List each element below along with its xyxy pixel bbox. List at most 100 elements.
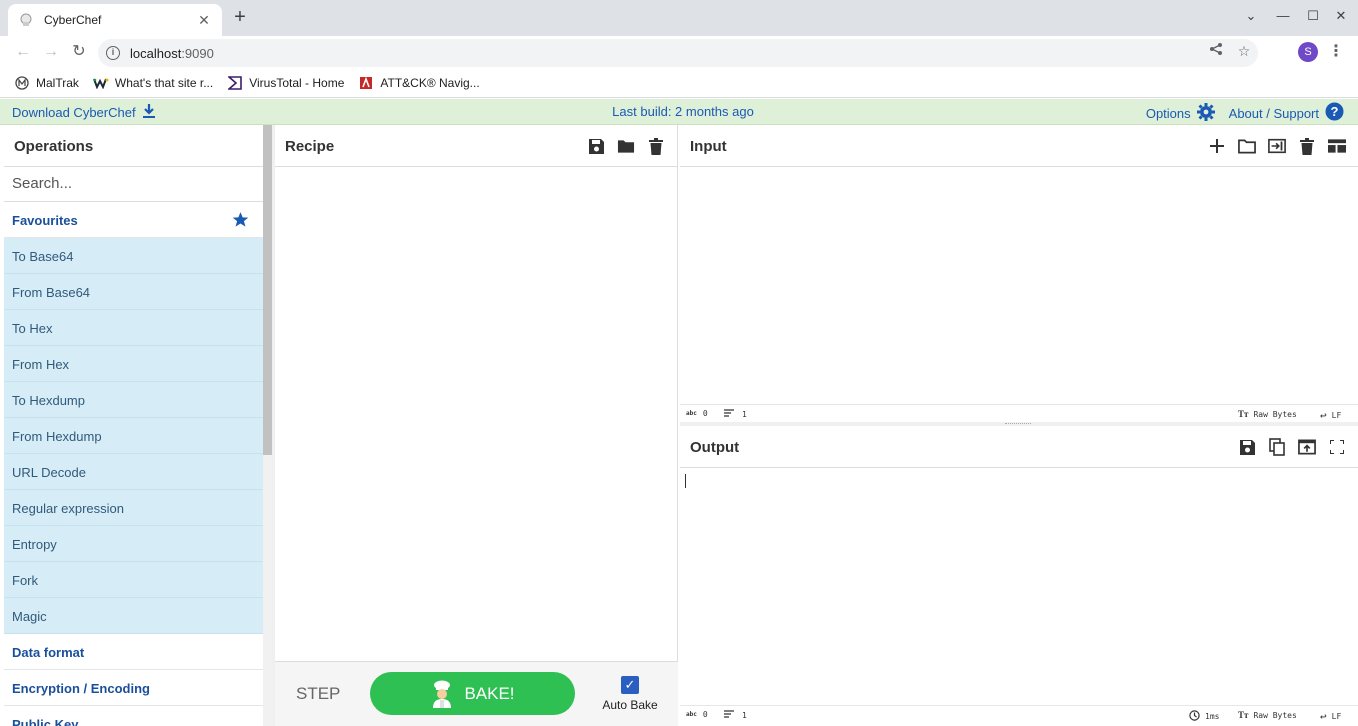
category-public-key[interactable]: Public Key xyxy=(4,706,263,726)
copy-output-icon[interactable] xyxy=(1268,438,1286,456)
output-title-bar: Output xyxy=(680,426,1358,468)
operations-scrollbar-thumb[interactable] xyxy=(263,125,272,455)
input-title: Input xyxy=(690,138,727,155)
bookmark-virustotal[interactable]: VirusTotal - Home xyxy=(227,75,344,91)
step-button[interactable]: STEP xyxy=(296,684,340,704)
new-tab-icon[interactable]: + xyxy=(230,7,250,28)
site-info-icon[interactable]: i xyxy=(106,46,120,60)
maltrak-icon xyxy=(14,75,30,91)
operation-item[interactable]: Entropy xyxy=(4,526,263,562)
open-folder-icon[interactable] xyxy=(1238,137,1256,155)
bookmark-whats-that-site[interactable]: What's that site r... xyxy=(92,75,214,91)
output-status-bar: abc 0 1 1ms Tт Raw Bytes ↩ LF xyxy=(680,705,1358,723)
minimize-icon[interactable]: — xyxy=(1273,8,1293,23)
bookmark-attack-navigator[interactable]: ATT&CK® Navig... xyxy=(358,75,480,91)
share-icon[interactable] xyxy=(1207,42,1225,60)
bookmark-label: MalTrak xyxy=(36,75,79,90)
operation-item[interactable]: From Base64 xyxy=(4,274,263,310)
operations-search-input[interactable]: Search... xyxy=(4,167,263,202)
save-output-icon[interactable] xyxy=(1238,438,1256,456)
bookmark-maltrak[interactable]: MalTrak xyxy=(14,75,79,91)
input-eol[interactable]: ↩ LF xyxy=(1320,409,1341,422)
category-encryption-encoding[interactable]: Encryption / Encoding xyxy=(4,670,263,706)
operation-item[interactable]: From Hexdump xyxy=(4,418,263,454)
return-arrow-icon: ↩ xyxy=(1320,409,1327,422)
input-status-bar: abc 0 1 Tт Raw Bytes ↩ LF xyxy=(680,404,1358,422)
clear-input-trash-icon[interactable] xyxy=(1298,137,1316,155)
output-title: Output xyxy=(690,439,740,456)
output-eol[interactable]: ↩ LF xyxy=(1320,710,1341,723)
back-icon[interactable]: ← xyxy=(12,41,34,63)
gear-icon[interactable] xyxy=(1196,102,1215,124)
reset-layout-icon[interactable] xyxy=(1328,137,1346,155)
maximize-output-icon[interactable] xyxy=(1328,438,1346,456)
operation-item[interactable]: Regular expression xyxy=(4,490,263,526)
reload-icon[interactable]: ↻ xyxy=(68,41,90,63)
add-tab-plus-icon[interactable] xyxy=(1208,137,1226,155)
input-title-bar: Input xyxy=(680,125,1358,167)
text-format-icon: Tт xyxy=(1238,409,1249,419)
output-encoding-value: Raw Bytes xyxy=(1253,710,1297,720)
output-pane: Output abc 0 1 1ms Tт Raw Bytes ↩ LF xyxy=(680,426,1358,726)
svg-text:?: ? xyxy=(1331,104,1339,119)
browser-tab[interactable]: CyberChef ✕ xyxy=(8,4,222,36)
auto-bake-label: Auto Bake xyxy=(602,698,658,712)
operation-item[interactable]: Fork xyxy=(4,562,263,598)
abc-icon: abc xyxy=(686,711,697,718)
operation-item[interactable]: To Hex xyxy=(4,310,263,346)
input-pane: Input abc 0 1 Tт Raw Bytes ↩ LF xyxy=(680,125,1358,422)
bookmark-label: VirusTotal - Home xyxy=(249,75,345,90)
profile-avatar[interactable]: S xyxy=(1298,42,1318,62)
category-favourites[interactable]: Favourites xyxy=(4,202,263,238)
bookmark-label: What's that site r... xyxy=(114,75,214,90)
virustotal-icon xyxy=(227,75,243,91)
lines-icon xyxy=(724,710,734,720)
chef-icon xyxy=(430,680,454,708)
category-data-format[interactable]: Data format xyxy=(4,634,263,670)
bookmark-star-icon[interactable]: ☆ xyxy=(1235,42,1253,60)
forward-icon[interactable]: → xyxy=(40,41,62,63)
output-eol-value: LF xyxy=(1331,712,1342,721)
auto-bake-checkbox[interactable]: ✓ xyxy=(621,676,639,694)
operations-pane: Operations Search... Favourites To Base6… xyxy=(4,125,263,726)
lines-icon xyxy=(724,409,734,419)
tab-title: CyberChef xyxy=(44,13,102,27)
browser-tab-bar: CyberChef ✕ + ⌄ — ☐ ✕ xyxy=(0,0,1358,36)
bookmarks-bar: MalTrak What's that site r... VirusTotal… xyxy=(0,68,1358,98)
clock-icon xyxy=(1189,710,1200,723)
cyberchef-banner: Download CyberChef Last build: 2 months … xyxy=(0,99,1358,125)
operation-item[interactable]: To Hexdump xyxy=(4,382,263,418)
close-window-icon[interactable]: ✕ xyxy=(1331,8,1351,24)
output-text-caret xyxy=(685,474,686,488)
output-bake-time: 1ms xyxy=(1189,710,1219,723)
load-recipe-folder-icon[interactable] xyxy=(617,137,635,155)
help-icon[interactable]: ? xyxy=(1325,102,1344,124)
operation-item[interactable]: To Base64 xyxy=(4,238,263,274)
about-support-link[interactable]: About / Support xyxy=(1229,106,1319,121)
abc-icon: abc xyxy=(686,410,697,417)
operation-item[interactable]: URL Decode xyxy=(4,454,263,490)
open-file-input-icon[interactable] xyxy=(1268,137,1286,155)
output-encoding[interactable]: Tт Raw Bytes xyxy=(1238,710,1297,720)
operation-item[interactable]: From Hex xyxy=(4,346,263,382)
clear-recipe-trash-icon[interactable] xyxy=(647,137,665,155)
save-recipe-icon[interactable] xyxy=(587,137,605,155)
bake-label: BAKE! xyxy=(464,683,515,703)
bake-button[interactable]: BAKE! xyxy=(370,672,575,715)
output-lines-value: 1 xyxy=(742,710,747,720)
recipe-pane: Recipe STEP BAKE! ✓ Auto Bake xyxy=(275,125,678,726)
star-icon[interactable] xyxy=(232,211,249,231)
replace-input-with-output-icon[interactable] xyxy=(1298,438,1316,456)
auto-bake-toggle[interactable]: ✓ Auto Bake xyxy=(595,676,665,712)
category-label: Favourites xyxy=(12,213,78,228)
input-chars-value: 0 xyxy=(702,409,708,418)
close-tab-icon[interactable]: ✕ xyxy=(196,12,212,29)
tab-search-icon[interactable]: ⌄ xyxy=(1241,8,1261,24)
browser-menu-icon[interactable]: ⋮ xyxy=(1328,42,1344,62)
maximize-icon[interactable]: ☐ xyxy=(1303,8,1323,24)
output-line-count: 1 xyxy=(724,710,747,720)
address-bar[interactable]: i localhost:9090 xyxy=(98,39,1258,67)
input-encoding[interactable]: Tт Raw Bytes xyxy=(1238,409,1297,419)
options-link[interactable]: Options xyxy=(1146,106,1191,121)
operation-item[interactable]: Magic xyxy=(4,598,263,634)
